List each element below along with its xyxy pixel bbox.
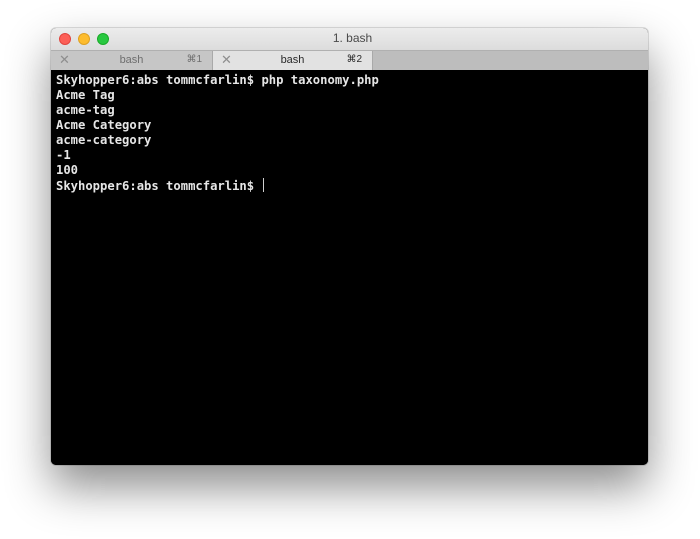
terminal-line: 100 bbox=[56, 163, 79, 177]
tab-bash-1[interactable]: ✕ bash ⌘1 bbox=[51, 51, 213, 70]
prompt-line[interactable]: Skyhopper6:abs tommcfarlin$ bbox=[56, 178, 648, 193]
tab-bar: ✕ bash ⌘1 ✕ bash ⌘2 bbox=[51, 50, 648, 70]
tab-shortcut: ⌘1 bbox=[186, 54, 202, 65]
terminal-window: 1. bash ✕ bash ⌘1 ✕ bash ⌘2 Skyhopper6:a… bbox=[51, 28, 648, 465]
shell-prompt: Skyhopper6:abs tommcfarlin$ bbox=[56, 179, 262, 193]
terminal-line: -1 bbox=[56, 148, 71, 162]
text-cursor bbox=[263, 178, 265, 192]
terminal-output[interactable]: Skyhopper6:abs tommcfarlin$ php taxonomy… bbox=[51, 70, 648, 465]
window-title: 1. bash bbox=[332, 31, 373, 45]
terminal-line: Skyhopper6:abs tommcfarlin$ php taxonomy… bbox=[56, 73, 379, 87]
tab-bash-2[interactable]: ✕ bash ⌘2 bbox=[213, 51, 373, 70]
title-bar[interactable]: 1. bash bbox=[51, 28, 648, 50]
terminal-line: Acme Tag bbox=[56, 88, 115, 102]
terminal-line: acme-category bbox=[56, 133, 152, 147]
terminal-line: Acme Category bbox=[56, 118, 152, 132]
tab-shortcut: ⌘2 bbox=[346, 54, 362, 65]
terminal-line: acme-tag bbox=[56, 103, 115, 117]
